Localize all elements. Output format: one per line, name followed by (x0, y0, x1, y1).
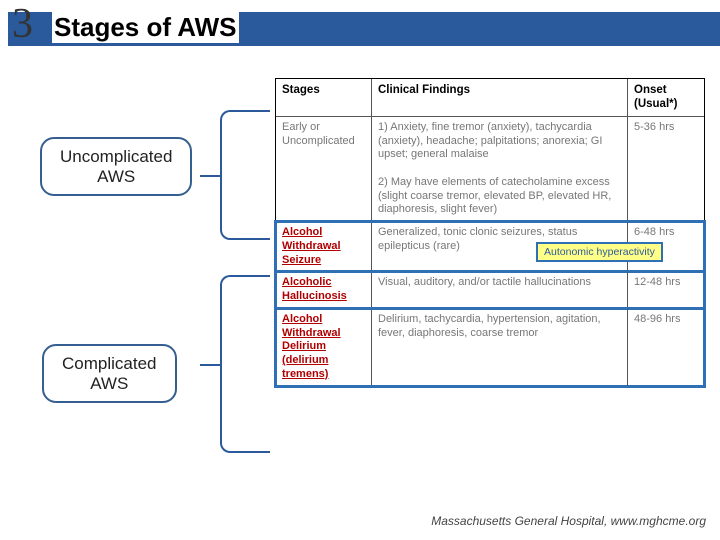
findings-cell: Visual, auditory, and/or tactile halluci… (372, 272, 628, 308)
slide-title: Stages of AWS (52, 12, 239, 43)
col-stages: Stages (276, 79, 372, 116)
stages-table: Stages Clinical Findings Onset (Usual*) … (275, 78, 705, 387)
findings-cell: Delirium, tachycardia, hypertension, agi… (372, 309, 628, 386)
bracket-complicated (220, 275, 270, 453)
slide-number: 3 (12, 0, 33, 48)
callout-autonomic: Autonomic hyperactivity (536, 242, 663, 262)
stage-cell: Alcohol Withdrawal Delirium (delirium tr… (276, 309, 372, 386)
table-row: Alcoholic Hallucinosis Visual, auditory,… (276, 271, 704, 308)
stage-cell: Alcoholic Hallucinosis (276, 272, 372, 308)
table-header-row: Stages Clinical Findings Onset (Usual*) (276, 79, 704, 116)
onset-cell: 5-36 hrs (628, 117, 702, 221)
badge-uncomplicated: Uncomplicated AWS (40, 137, 192, 196)
table-row: Alcohol Withdrawal Delirium (delirium tr… (276, 308, 704, 386)
badge-complicated: Complicated AWS (42, 344, 177, 403)
footer-citation: Massachusetts General Hospital, www.mghc… (431, 514, 706, 528)
stage-cell: Alcohol Withdrawal Seizure (276, 222, 372, 271)
bracket-uncomplicated (220, 110, 270, 240)
col-findings: Clinical Findings (372, 79, 628, 116)
table-row: Early or Uncomplicated 1) Anxiety, fine … (276, 116, 704, 221)
onset-cell: 12-48 hrs (628, 272, 702, 308)
stage-cell: Early or Uncomplicated (276, 117, 372, 221)
findings-cell: 1) Anxiety, fine tremor (anxiety), tachy… (372, 117, 628, 221)
onset-cell: 48-96 hrs (628, 309, 702, 386)
col-onset: Onset (Usual*) (628, 79, 702, 116)
